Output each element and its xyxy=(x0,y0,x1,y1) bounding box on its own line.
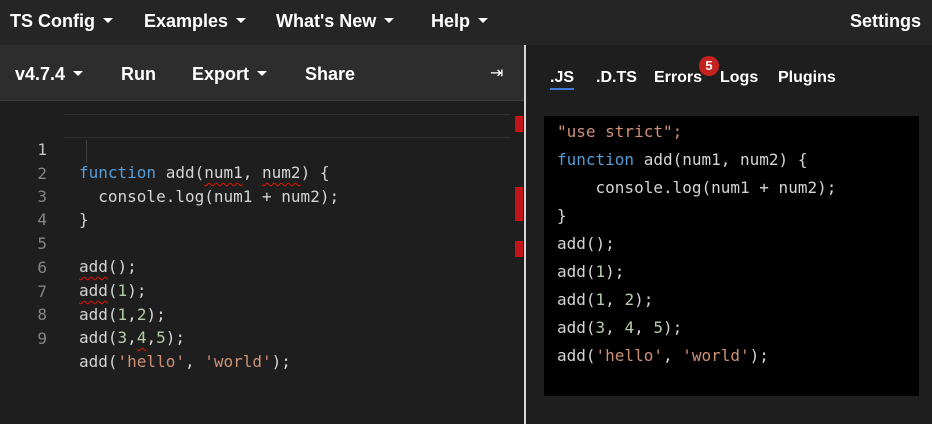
code-token: , xyxy=(605,318,625,337)
code-token: add( xyxy=(557,290,596,309)
nav-examples-label: Examples xyxy=(144,11,229,31)
chevron-down-icon xyxy=(236,17,247,23)
code-token: add( xyxy=(557,262,596,281)
string-token: 'hello' xyxy=(117,352,185,371)
string-token: 'hello' xyxy=(595,346,663,365)
code-token: , xyxy=(634,318,654,337)
code-token: , xyxy=(127,328,137,347)
number-token: 3 xyxy=(117,328,128,347)
error-marker[interactable] xyxy=(515,241,523,257)
editor-line: 6 add(1); xyxy=(0,233,510,300)
tab-js[interactable]: .JS xyxy=(550,45,575,111)
output-line: add(1, 2); xyxy=(557,286,653,314)
string-token: 'world' xyxy=(204,352,272,371)
js-output-panel: "use strict"; function add(num1, num2) {… xyxy=(544,116,919,396)
version-label: v4.7.4 xyxy=(15,64,66,84)
line-code: add('hello', 'world'); xyxy=(79,350,291,373)
chevron-down-icon xyxy=(73,70,84,76)
tab-logs[interactable]: Logs xyxy=(720,45,758,111)
editor-scrollbar[interactable] xyxy=(510,101,524,424)
export-menu[interactable]: Export xyxy=(192,45,268,101)
nav-ts-config-label: TS Config xyxy=(10,11,95,31)
code-token: ); xyxy=(165,328,185,347)
code-token: , xyxy=(605,290,625,309)
code-token: add(num1, num2) { xyxy=(634,150,808,169)
editor-line: 4 xyxy=(0,185,510,229)
output-line: add('hello', 'world'); xyxy=(557,342,769,370)
nav-help-menu[interactable]: Help xyxy=(431,0,489,45)
editor-line: 9 add('hello', 'world'); xyxy=(0,304,510,371)
number-token: 5 xyxy=(653,318,663,337)
chevron-down-icon xyxy=(102,17,113,23)
code-token: add( xyxy=(79,352,118,371)
code-token: ); xyxy=(634,290,654,309)
code-editor[interactable]: 1 function add(num1, num2) { 2 console.l… xyxy=(0,101,524,424)
code-token: ); xyxy=(605,262,625,281)
tab-js-label: .JS xyxy=(550,69,575,90)
number-token: 4 xyxy=(624,318,635,337)
tab-errors[interactable]: Errors xyxy=(654,45,702,111)
output-line: add(1); xyxy=(557,258,624,286)
number-token: 3 xyxy=(595,318,606,337)
code-token: add( xyxy=(557,346,596,365)
errors-count-badge: 5 xyxy=(699,56,719,76)
string-token: "use strict"; xyxy=(557,122,683,141)
code-token: , xyxy=(184,352,205,371)
output-tabs: .JS .D.TS Errors Logs Plugins xyxy=(526,45,932,115)
nav-whats-new-menu[interactable]: What's New xyxy=(276,0,395,45)
editor-line: 5 add(); xyxy=(0,209,510,276)
run-button[interactable]: Run xyxy=(121,45,156,101)
code-token: ); xyxy=(749,346,769,365)
editor-line: 7 add(1,2); xyxy=(0,257,510,324)
code-token: add( xyxy=(557,318,596,337)
string-token: 'world' xyxy=(682,346,750,365)
output-line: "use strict"; xyxy=(557,118,682,146)
number-token: 5 xyxy=(156,328,166,347)
code-token: , xyxy=(146,328,157,347)
nav-whats-new-label: What's New xyxy=(276,11,377,31)
nav-settings-link[interactable]: Settings xyxy=(850,0,921,45)
top-navigation: TS Config Examples What's New Help Setti… xyxy=(0,0,932,45)
error-marker[interactable] xyxy=(515,116,523,132)
code-token: ); xyxy=(662,318,683,337)
share-button[interactable]: Share xyxy=(305,45,355,101)
keyword-token: function xyxy=(557,150,635,169)
number-token: 2 xyxy=(624,290,635,309)
line-code: add(3,4,5); xyxy=(79,326,185,349)
tab-dts[interactable]: .D.TS xyxy=(596,45,637,111)
collapse-panel-icon[interactable]: ⇥ xyxy=(490,45,503,101)
output-line: add(3, 4, 5); xyxy=(557,314,682,342)
output-line: } xyxy=(557,206,567,225)
number-token: 1 xyxy=(595,290,606,309)
output-line: console.log(num1 + num2); xyxy=(557,178,837,197)
code-token: ); xyxy=(271,352,291,371)
chevron-down-icon xyxy=(384,17,395,23)
number-token: 1 xyxy=(595,262,606,281)
code-token: add( xyxy=(79,328,118,347)
editor-line: 1 function add(num1, num2) { xyxy=(0,115,510,182)
editor-toolbar: v4.7.4 Run Export Share ⇥ xyxy=(0,45,524,101)
editor-line: 8 add(3,4,5); xyxy=(0,280,510,347)
tab-plugins[interactable]: Plugins xyxy=(778,45,836,111)
editor-line: 2 console.log(num1 + num2); xyxy=(0,139,510,206)
chevron-down-icon xyxy=(478,17,489,23)
nav-ts-config-menu[interactable]: TS Config xyxy=(10,0,113,45)
nav-help-label: Help xyxy=(431,11,471,31)
line-number: 9 xyxy=(37,329,47,348)
error-squiggle-token: 4 xyxy=(136,328,147,347)
code-token: , xyxy=(662,346,683,365)
output-line: function add(num1, num2) { xyxy=(557,146,807,174)
version-select[interactable]: v4.7.4 xyxy=(15,45,84,101)
error-marker[interactable] xyxy=(515,187,523,221)
chevron-down-icon xyxy=(257,70,268,76)
editor-line: 3 } xyxy=(0,162,510,229)
export-label: Export xyxy=(192,64,250,84)
nav-examples-menu[interactable]: Examples xyxy=(144,0,247,45)
output-line: add(); xyxy=(557,234,615,253)
